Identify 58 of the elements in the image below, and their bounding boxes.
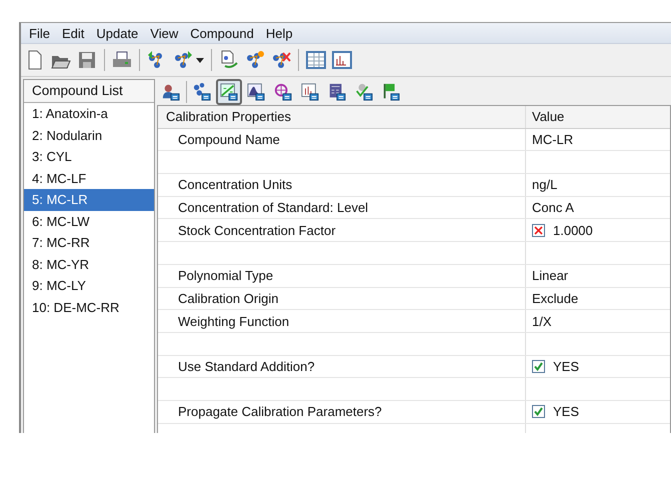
molecule-star-icon[interactable] [245,50,265,70]
molecule-list-icon [193,82,211,102]
print-icon[interactable] [112,50,132,70]
property-value: YES [553,358,580,374]
list-header: Compound List [24,80,154,103]
list-item[interactable]: 9: MC-LY [24,275,154,296]
list-item[interactable]: 7: MC-RR [24,232,154,254]
list-item[interactable]: 4: MC-LF [24,168,154,189]
property-value: Linear [532,268,568,284]
property-value: Exclude [532,290,578,306]
property-name: Propagate Calibration Parameters? [178,404,382,420]
menu-item[interactable]: Compound [190,26,254,40]
checkbox[interactable] [532,405,545,418]
menu-item[interactable]: Help [266,26,293,40]
property-value: MC-LR [532,132,574,148]
property-name: Polynomial Type [178,268,274,284]
molecule-right-arrow-icon[interactable] [173,50,193,70]
list-item[interactable]: 8: MC-YR [24,254,154,275]
property-name: Stock Concentration Factor [178,222,336,238]
list-item[interactable]: 3: CYL [24,146,154,168]
peak-icon [247,82,265,102]
target-icon [274,82,292,102]
document-refresh-icon[interactable] [219,50,239,70]
property-value: 1.0000 [553,222,593,238]
table-icon[interactable] [306,50,326,70]
property-name: Use Standard Addition? [178,358,315,374]
column-header[interactable]: Value [526,106,670,128]
list-item[interactable]: 10: DE-MC-RR [24,296,154,318]
column-header[interactable]: Calibration Properties [158,106,526,128]
menu-item[interactable]: File [29,26,50,40]
list-item[interactable]: 5: MC-LR [24,189,154,210]
list-item[interactable]: 6: MC-LW [24,210,154,232]
property-name: Compound Name [178,132,280,148]
flag-icon [382,82,400,102]
list-item[interactable]: 2: Nodularin [24,124,154,146]
view-button[interactable] [216,79,242,105]
property-value: ng/L [532,177,558,192]
calibration-curve-icon [220,82,238,102]
property-value: 1/X [532,314,552,329]
property-name: Concentration Units [178,177,292,192]
property-value: YES [553,404,580,420]
save-icon[interactable] [77,50,97,70]
menu-item[interactable]: Update [96,26,138,40]
check-icon [355,82,373,102]
chart-icon[interactable] [332,50,352,70]
molecule-delete-icon[interactable] [271,50,291,70]
property-name: Concentration of Standard: Level [178,200,368,216]
checkbox[interactable] [532,224,545,237]
dropdown-caret-icon[interactable] [196,58,204,62]
list-item[interactable]: 1: Anatoxin-a [24,103,154,124]
property-name: Weighting Function [178,314,290,329]
menu-item[interactable]: Edit [62,26,84,40]
property-name: Calibration Origin [178,290,278,306]
checkbox[interactable] [532,360,545,373]
menu-item[interactable]: View [150,26,178,40]
person-icon [162,82,180,102]
property-value: Conc A [532,200,574,216]
bar-chart-icon [301,82,319,102]
